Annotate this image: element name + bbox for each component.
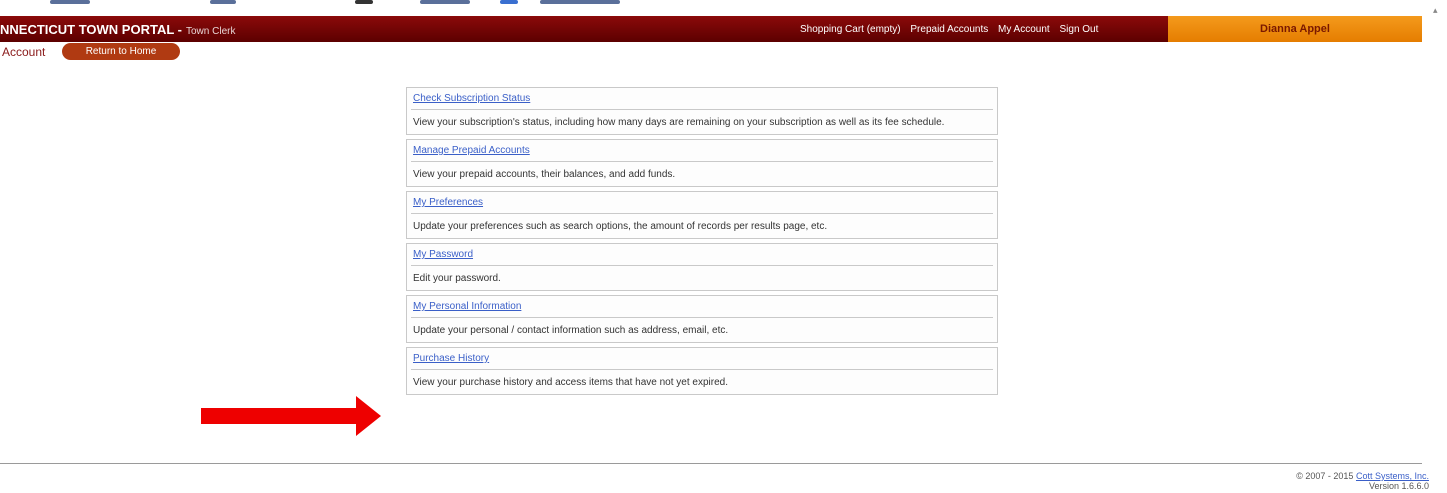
portal-header: NNECTICUT TOWN PORTAL - Town Clerk Shoppi…: [0, 16, 1422, 42]
my-password-link[interactable]: My Password: [413, 249, 473, 260]
toolbar-fragment: [500, 0, 518, 4]
toolbar-fragment: [355, 0, 373, 4]
nav-prepaid-accounts[interactable]: Prepaid Accounts: [910, 24, 988, 35]
company-link[interactable]: Cott Systems, Inc.: [1356, 471, 1429, 481]
menu-item-description: Update your personal / contact informati…: [413, 325, 729, 336]
menu-item-description: View your subscription's status, includi…: [413, 117, 945, 128]
menu-item-description: View your prepaid accounts, their balanc…: [413, 169, 676, 180]
top-navigation: Shopping Cart (empty) Prepaid Accounts M…: [800, 24, 1105, 35]
toolbar-fragment: [50, 0, 90, 4]
menu-item-check-subscription: Check Subscription Status View your subs…: [406, 87, 998, 135]
menu-item-link-row: My Personal Information: [411, 296, 993, 318]
portal-title: NNECTICUT TOWN PORTAL - Town Clerk: [0, 22, 235, 37]
nav-my-account[interactable]: My Account: [998, 24, 1050, 35]
purchase-history-link[interactable]: Purchase History: [413, 353, 489, 364]
check-subscription-status-link[interactable]: Check Subscription Status: [413, 93, 530, 104]
my-personal-information-link[interactable]: My Personal Information: [413, 301, 521, 312]
toolbar-fragment: [540, 0, 620, 4]
menu-item-description: Update your preferences such as search o…: [413, 221, 828, 232]
my-preferences-link[interactable]: My Preferences: [413, 197, 483, 208]
footer: © 2007 - 2015 Cott Systems, Inc. Version…: [1296, 471, 1429, 491]
return-to-home-button[interactable]: Return to Home: [62, 43, 180, 60]
nav-shopping-cart[interactable]: Shopping Cart (empty): [800, 24, 901, 35]
breadcrumb-bar: Account Return to Home: [0, 42, 1422, 62]
menu-item-link-row: Manage Prepaid Accounts: [411, 140, 993, 162]
menu-item-personal-information: My Personal Information Update your pers…: [406, 295, 998, 343]
menu-item-preferences: My Preferences Update your preferences s…: [406, 191, 998, 239]
user-name-box: Dianna Appel: [1168, 16, 1422, 42]
footer-divider: [0, 463, 1422, 464]
menu-item-description: Edit your password.: [413, 273, 501, 284]
menu-item-password: My Password Edit your password.: [406, 243, 998, 291]
version-text: Version 1.6.6.0: [1368, 481, 1429, 491]
scroll-up-icon[interactable]: ▴: [1433, 6, 1439, 15]
nav-sign-out[interactable]: Sign Out: [1059, 24, 1098, 35]
menu-item-link-row: My Password: [411, 244, 993, 266]
account-menu: Check Subscription Status View your subs…: [406, 87, 998, 399]
menu-item-link-row: My Preferences: [411, 192, 993, 214]
red-arrow-annotation: [201, 396, 381, 436]
menu-item-prepaid-accounts: Manage Prepaid Accounts View your prepai…: [406, 139, 998, 187]
toolbar-fragment: [210, 0, 236, 4]
copyright-text: © 2007 - 2015: [1296, 471, 1354, 481]
menu-item-description: View your purchase history and access it…: [413, 377, 728, 388]
menu-item-purchase-history: Purchase History View your purchase hist…: [406, 347, 998, 395]
portal-subtitle: Town Clerk: [186, 26, 236, 37]
manage-prepaid-accounts-link[interactable]: Manage Prepaid Accounts: [413, 145, 530, 156]
portal-title-text: NNECTICUT TOWN PORTAL -: [0, 22, 182, 37]
arrow-icon: [201, 396, 381, 436]
browser-toolbar-strip: [0, 0, 1447, 12]
toolbar-fragment: [420, 0, 470, 4]
menu-item-link-row: Purchase History: [411, 348, 993, 370]
page-title: Account: [2, 45, 46, 59]
menu-item-link-row: Check Subscription Status: [411, 88, 993, 110]
